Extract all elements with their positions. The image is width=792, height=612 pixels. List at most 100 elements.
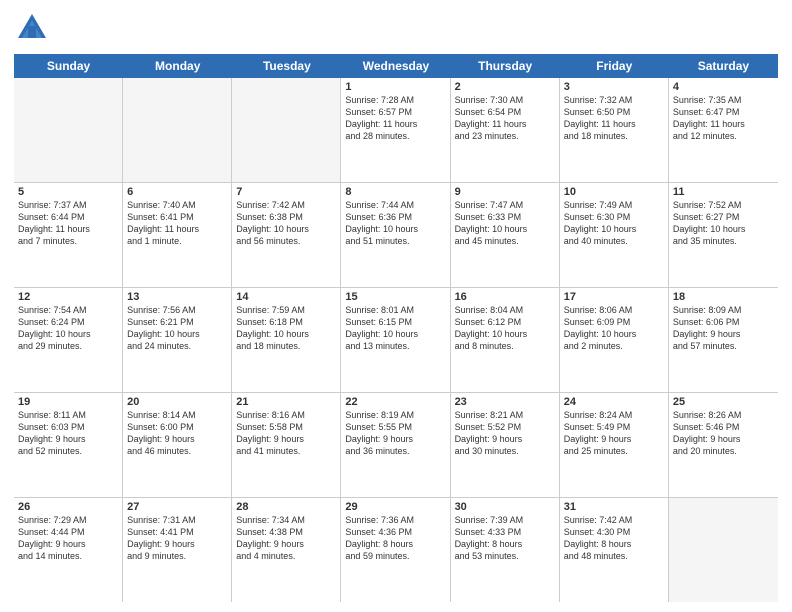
day-info: Sunrise: 7:59 AM Sunset: 6:18 PM Dayligh… (236, 304, 336, 353)
day-cell-10: 10Sunrise: 7:49 AM Sunset: 6:30 PM Dayli… (560, 183, 669, 287)
day-cell-20: 20Sunrise: 8:14 AM Sunset: 6:00 PM Dayli… (123, 393, 232, 497)
day-number: 17 (564, 291, 664, 303)
day-cell-24: 24Sunrise: 8:24 AM Sunset: 5:49 PM Dayli… (560, 393, 669, 497)
day-number: 21 (236, 396, 336, 408)
day-cell-11: 11Sunrise: 7:52 AM Sunset: 6:27 PM Dayli… (669, 183, 778, 287)
day-number: 15 (345, 291, 445, 303)
weekday-header-tuesday: Tuesday (232, 54, 341, 78)
logo-icon (14, 10, 50, 46)
day-cell-15: 15Sunrise: 8:01 AM Sunset: 6:15 PM Dayli… (341, 288, 450, 392)
day-cell-23: 23Sunrise: 8:21 AM Sunset: 5:52 PM Dayli… (451, 393, 560, 497)
day-info: Sunrise: 8:14 AM Sunset: 6:00 PM Dayligh… (127, 409, 227, 458)
day-info: Sunrise: 7:28 AM Sunset: 6:57 PM Dayligh… (345, 94, 445, 143)
day-number: 22 (345, 396, 445, 408)
calendar-row-1: 1Sunrise: 7:28 AM Sunset: 6:57 PM Daylig… (14, 78, 778, 183)
day-cell-8: 8Sunrise: 7:44 AM Sunset: 6:36 PM Daylig… (341, 183, 450, 287)
calendar-row-3: 12Sunrise: 7:54 AM Sunset: 6:24 PM Dayli… (14, 288, 778, 393)
day-info: Sunrise: 8:11 AM Sunset: 6:03 PM Dayligh… (18, 409, 118, 458)
day-cell-9: 9Sunrise: 7:47 AM Sunset: 6:33 PM Daylig… (451, 183, 560, 287)
day-number: 26 (18, 501, 118, 513)
day-cell-21: 21Sunrise: 8:16 AM Sunset: 5:58 PM Dayli… (232, 393, 341, 497)
day-info: Sunrise: 7:47 AM Sunset: 6:33 PM Dayligh… (455, 199, 555, 248)
day-info: Sunrise: 7:29 AM Sunset: 4:44 PM Dayligh… (18, 514, 118, 563)
day-info: Sunrise: 7:52 AM Sunset: 6:27 PM Dayligh… (673, 199, 774, 248)
calendar-row-4: 19Sunrise: 8:11 AM Sunset: 6:03 PM Dayli… (14, 393, 778, 498)
day-cell-5: 5Sunrise: 7:37 AM Sunset: 6:44 PM Daylig… (14, 183, 123, 287)
day-info: Sunrise: 8:01 AM Sunset: 6:15 PM Dayligh… (345, 304, 445, 353)
day-info: Sunrise: 7:37 AM Sunset: 6:44 PM Dayligh… (18, 199, 118, 248)
day-info: Sunrise: 7:44 AM Sunset: 6:36 PM Dayligh… (345, 199, 445, 248)
calendar-row-5: 26Sunrise: 7:29 AM Sunset: 4:44 PM Dayli… (14, 498, 778, 602)
day-number: 28 (236, 501, 336, 513)
day-cell-28: 28Sunrise: 7:34 AM Sunset: 4:38 PM Dayli… (232, 498, 341, 602)
day-info: Sunrise: 8:19 AM Sunset: 5:55 PM Dayligh… (345, 409, 445, 458)
day-number: 20 (127, 396, 227, 408)
day-number: 18 (673, 291, 774, 303)
day-info: Sunrise: 7:31 AM Sunset: 4:41 PM Dayligh… (127, 514, 227, 563)
header (14, 10, 778, 46)
day-cell-19: 19Sunrise: 8:11 AM Sunset: 6:03 PM Dayli… (14, 393, 123, 497)
day-info: Sunrise: 7:56 AM Sunset: 6:21 PM Dayligh… (127, 304, 227, 353)
day-cell-3: 3Sunrise: 7:32 AM Sunset: 6:50 PM Daylig… (560, 78, 669, 182)
day-number: 16 (455, 291, 555, 303)
day-info: Sunrise: 7:40 AM Sunset: 6:41 PM Dayligh… (127, 199, 227, 248)
weekday-header-thursday: Thursday (451, 54, 560, 78)
day-number: 2 (455, 81, 555, 93)
calendar: SundayMondayTuesdayWednesdayThursdayFrid… (14, 54, 778, 602)
logo (14, 10, 54, 46)
day-info: Sunrise: 7:42 AM Sunset: 4:30 PM Dayligh… (564, 514, 664, 563)
day-cell-7: 7Sunrise: 7:42 AM Sunset: 6:38 PM Daylig… (232, 183, 341, 287)
day-number: 1 (345, 81, 445, 93)
day-cell-6: 6Sunrise: 7:40 AM Sunset: 6:41 PM Daylig… (123, 183, 232, 287)
day-number: 9 (455, 186, 555, 198)
weekday-header-wednesday: Wednesday (341, 54, 450, 78)
day-info: Sunrise: 8:26 AM Sunset: 5:46 PM Dayligh… (673, 409, 774, 458)
day-info: Sunrise: 7:49 AM Sunset: 6:30 PM Dayligh… (564, 199, 664, 248)
day-info: Sunrise: 7:34 AM Sunset: 4:38 PM Dayligh… (236, 514, 336, 563)
day-number: 11 (673, 186, 774, 198)
day-number: 24 (564, 396, 664, 408)
day-number: 14 (236, 291, 336, 303)
day-cell-13: 13Sunrise: 7:56 AM Sunset: 6:21 PM Dayli… (123, 288, 232, 392)
day-number: 5 (18, 186, 118, 198)
day-cell-26: 26Sunrise: 7:29 AM Sunset: 4:44 PM Dayli… (14, 498, 123, 602)
day-number: 4 (673, 81, 774, 93)
day-info: Sunrise: 8:06 AM Sunset: 6:09 PM Dayligh… (564, 304, 664, 353)
empty-cell-r4c6 (669, 498, 778, 602)
day-info: Sunrise: 8:09 AM Sunset: 6:06 PM Dayligh… (673, 304, 774, 353)
day-number: 3 (564, 81, 664, 93)
day-number: 12 (18, 291, 118, 303)
day-cell-25: 25Sunrise: 8:26 AM Sunset: 5:46 PM Dayli… (669, 393, 778, 497)
day-cell-2: 2Sunrise: 7:30 AM Sunset: 6:54 PM Daylig… (451, 78, 560, 182)
weekday-header-friday: Friday (560, 54, 669, 78)
day-cell-18: 18Sunrise: 8:09 AM Sunset: 6:06 PM Dayli… (669, 288, 778, 392)
day-info: Sunrise: 8:16 AM Sunset: 5:58 PM Dayligh… (236, 409, 336, 458)
day-cell-31: 31Sunrise: 7:42 AM Sunset: 4:30 PM Dayli… (560, 498, 669, 602)
day-number: 13 (127, 291, 227, 303)
calendar-header: SundayMondayTuesdayWednesdayThursdayFrid… (14, 54, 778, 78)
day-cell-30: 30Sunrise: 7:39 AM Sunset: 4:33 PM Dayli… (451, 498, 560, 602)
day-cell-16: 16Sunrise: 8:04 AM Sunset: 6:12 PM Dayli… (451, 288, 560, 392)
day-number: 25 (673, 396, 774, 408)
empty-cell-r0c1 (123, 78, 232, 182)
weekday-header-saturday: Saturday (669, 54, 778, 78)
day-number: 8 (345, 186, 445, 198)
day-number: 30 (455, 501, 555, 513)
day-info: Sunrise: 7:36 AM Sunset: 4:36 PM Dayligh… (345, 514, 445, 563)
day-info: Sunrise: 7:30 AM Sunset: 6:54 PM Dayligh… (455, 94, 555, 143)
weekday-header-sunday: Sunday (14, 54, 123, 78)
day-number: 31 (564, 501, 664, 513)
day-info: Sunrise: 8:24 AM Sunset: 5:49 PM Dayligh… (564, 409, 664, 458)
day-info: Sunrise: 7:35 AM Sunset: 6:47 PM Dayligh… (673, 94, 774, 143)
day-number: 19 (18, 396, 118, 408)
day-cell-1: 1Sunrise: 7:28 AM Sunset: 6:57 PM Daylig… (341, 78, 450, 182)
day-info: Sunrise: 7:54 AM Sunset: 6:24 PM Dayligh… (18, 304, 118, 353)
day-number: 6 (127, 186, 227, 198)
day-cell-17: 17Sunrise: 8:06 AM Sunset: 6:09 PM Dayli… (560, 288, 669, 392)
day-info: Sunrise: 8:21 AM Sunset: 5:52 PM Dayligh… (455, 409, 555, 458)
day-cell-27: 27Sunrise: 7:31 AM Sunset: 4:41 PM Dayli… (123, 498, 232, 602)
empty-cell-r0c0 (14, 78, 123, 182)
day-cell-22: 22Sunrise: 8:19 AM Sunset: 5:55 PM Dayli… (341, 393, 450, 497)
calendar-body: 1Sunrise: 7:28 AM Sunset: 6:57 PM Daylig… (14, 78, 778, 602)
day-info: Sunrise: 7:39 AM Sunset: 4:33 PM Dayligh… (455, 514, 555, 563)
